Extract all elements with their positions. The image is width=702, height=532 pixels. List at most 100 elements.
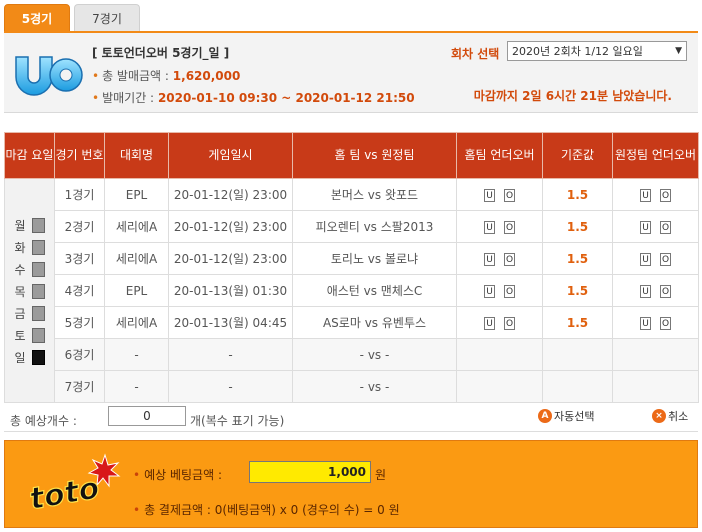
day-sun[interactable]: 일: [14, 349, 45, 367]
base-value: [542, 370, 613, 403]
day-checkbox[interactable]: [31, 240, 45, 255]
col-league: 대회명: [104, 132, 169, 179]
datetime: 20-01-13(월) 04:45: [168, 306, 293, 339]
under-checkbox[interactable]: U: [484, 285, 495, 299]
sales-period: • 발매기간 : 2020-01-10 09:30 ~ 2020-01-12 21…: [92, 91, 415, 105]
table-row: 2경기 세리에A 20-01-12(일) 23:00 피오렌티 vs 스팔201…: [5, 210, 699, 243]
toto-logo-icon: toto: [27, 453, 121, 517]
deadline-text: 마감까지 2일 6시간 21분 남았습니다.: [473, 89, 672, 103]
match: - vs -: [292, 338, 457, 371]
over-checkbox[interactable]: O: [660, 253, 671, 267]
datetime: 20-01-12(일) 23:00: [168, 242, 293, 275]
over-checkbox[interactable]: O: [504, 317, 515, 331]
league: EPL: [104, 274, 169, 307]
over-checkbox[interactable]: O: [504, 221, 515, 235]
chevron-down-icon: ▼: [675, 46, 682, 56]
total-sales-value: 1,620,000: [172, 69, 241, 83]
day-wed[interactable]: 수: [14, 261, 45, 279]
away-ou: UO: [612, 178, 699, 211]
day-checkbox[interactable]: [31, 284, 45, 299]
col-datetime: 게임일시: [168, 132, 293, 179]
bet-unit: 원: [375, 468, 387, 482]
game-no: 3경기: [54, 242, 105, 275]
round-select[interactable]: 2020년 2회차 1/12 일요일 ▼: [507, 41, 687, 61]
table-row: 4경기 EPL 20-01-13(월) 01:30 애스턴 vs 맨체스C UO…: [5, 274, 699, 307]
under-checkbox[interactable]: U: [484, 253, 495, 267]
day-sat[interactable]: 토: [14, 327, 45, 345]
under-checkbox[interactable]: U: [640, 189, 651, 203]
match: 피오렌티 vs 스팔2013: [292, 210, 457, 243]
game-info-header: [ 토토언더오버 5경기_일 ] • 총 발매금액 : 1,620,000 • 발매…: [4, 33, 698, 113]
league: -: [104, 370, 169, 403]
datetime: 20-01-12(일) 23:00: [168, 210, 293, 243]
over-checkbox[interactable]: O: [504, 189, 515, 203]
day-checkbox[interactable]: [31, 328, 45, 343]
under-checkbox[interactable]: U: [484, 221, 495, 235]
col-game-no: 경기 번호: [54, 132, 105, 179]
day-tue[interactable]: 화: [14, 239, 45, 257]
over-checkbox[interactable]: O: [660, 317, 671, 331]
col-home-ou: 홈팀 언더오버: [456, 132, 543, 179]
total-sales: • 총 발매금액 : 1,620,000: [92, 69, 241, 83]
away-ou: UO: [612, 242, 699, 275]
match: AS로마 vs 유벤투스: [292, 306, 457, 339]
day-mon[interactable]: 월: [14, 217, 45, 235]
total-payment: • 총 결제금액 : 0(베팅금액) x 0 (경우의 수) = 0 원: [133, 503, 400, 517]
cancel-button[interactable]: × 취소: [652, 408, 688, 424]
match: 토리노 vs 볼로냐: [292, 242, 457, 275]
datetime: 20-01-12(일) 23:00: [168, 178, 293, 211]
over-checkbox[interactable]: O: [660, 189, 671, 203]
game-no: 2경기: [54, 210, 105, 243]
league: EPL: [104, 178, 169, 211]
league: 세리에A: [104, 306, 169, 339]
under-checkbox[interactable]: U: [640, 253, 651, 267]
away-ou: UO: [612, 306, 699, 339]
tab-5-games[interactable]: 5경기: [4, 4, 70, 32]
count-input[interactable]: 0: [108, 406, 186, 426]
day-fri[interactable]: 금: [14, 305, 45, 323]
away-ou: UO: [612, 210, 699, 243]
day-checkbox[interactable]: [31, 218, 45, 233]
under-checkbox[interactable]: U: [640, 317, 651, 331]
uo-logo-icon: [15, 56, 83, 96]
bet-label: • 예상 베팅금액 :: [133, 468, 222, 482]
away-ou: [612, 338, 699, 371]
day-checkbox[interactable]: [31, 262, 45, 277]
col-base: 기준값: [542, 132, 613, 179]
col-away-ou: 원정팀 언더오버: [612, 132, 699, 179]
over-checkbox[interactable]: O: [504, 253, 515, 267]
day-checkbox[interactable]: [31, 350, 45, 365]
day-checkbox[interactable]: [31, 306, 45, 321]
prediction-count-row: 총 예상개수 : 0 개(복수 표기 가능) A 자동선택 × 취소: [4, 402, 698, 432]
under-checkbox[interactable]: U: [484, 189, 495, 203]
over-checkbox[interactable]: O: [660, 285, 671, 299]
match: - vs -: [292, 370, 457, 403]
base-value: 1.5: [542, 242, 613, 275]
match: 본머스 vs 왓포드: [292, 178, 457, 211]
game-no: 5경기: [54, 306, 105, 339]
auto-select-button[interactable]: A 자동선택: [538, 408, 594, 424]
over-checkbox[interactable]: O: [504, 285, 515, 299]
under-checkbox[interactable]: U: [640, 285, 651, 299]
base-value: 1.5: [542, 178, 613, 211]
home-ou: UO: [456, 210, 543, 243]
table-row: 5경기 세리에A 20-01-13(월) 04:45 AS로마 vs 유벤투스 …: [5, 306, 699, 339]
league: -: [104, 338, 169, 371]
table-row: 월 화 수 목 금 토 일 1경기 EPL 20-01-12(일) 23:00 …: [4, 178, 699, 403]
sales-period-value: 2020-01-10 09:30 ~ 2020-01-12 21:50: [157, 91, 415, 105]
count-label: 총 예상개수 :: [10, 414, 77, 428]
datetime: -: [168, 338, 293, 371]
over-checkbox[interactable]: O: [660, 221, 671, 235]
auto-icon: A: [538, 409, 552, 423]
datetime: 20-01-13(월) 01:30: [168, 274, 293, 307]
close-icon: ×: [652, 409, 666, 423]
home-ou: [456, 338, 543, 371]
game-no: 4경기: [54, 274, 105, 307]
tab-7-games[interactable]: 7경기: [74, 4, 140, 32]
home-ou: UO: [456, 242, 543, 275]
under-checkbox[interactable]: U: [484, 317, 495, 331]
day-thu[interactable]: 목: [14, 283, 45, 301]
svg-text:toto: toto: [27, 471, 102, 517]
bet-amount-input[interactable]: 1,000: [249, 461, 371, 483]
under-checkbox[interactable]: U: [640, 221, 651, 235]
